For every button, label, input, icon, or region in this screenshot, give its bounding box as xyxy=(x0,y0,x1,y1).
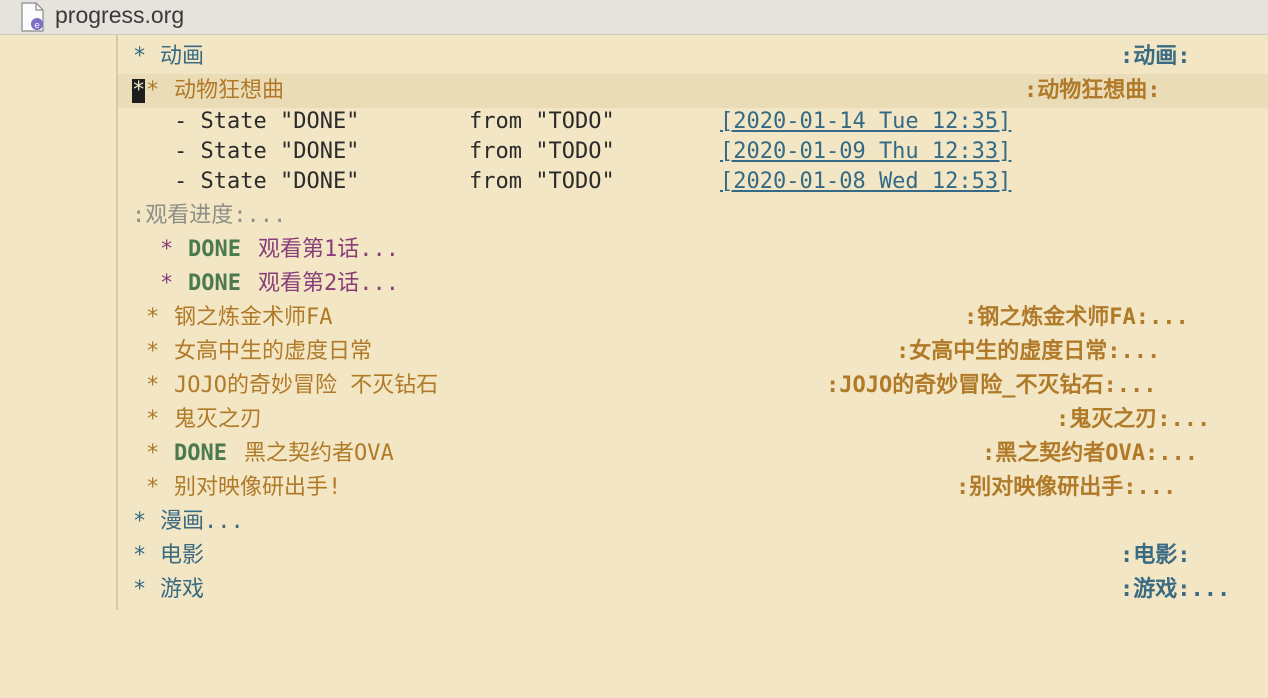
state-log-line: - State "DONE" from "TODO" [2020-01-09 T… xyxy=(118,135,1268,169)
org-file-icon: e xyxy=(21,2,44,32)
title-bar: e progress.org xyxy=(0,0,1268,35)
heading-text: 观看第1话... xyxy=(258,237,399,262)
heading-text: 女高中生的虚度日常 xyxy=(174,339,373,364)
left-fringe xyxy=(0,35,116,610)
heading-line[interactable]: * 钢之炼金术师FA :钢之炼金术师FA:... xyxy=(118,301,1268,335)
state-change: - State "DONE" xyxy=(174,139,360,164)
heading-line[interactable]: * DONE 黑之契约者OVA :黑之契约者OVA:... xyxy=(118,437,1268,471)
state-change: - State "DONE" xyxy=(174,169,360,194)
heading-star: * xyxy=(146,305,160,330)
window-title: progress.org xyxy=(55,2,185,28)
heading-tag: :游戏:... xyxy=(1120,577,1231,602)
heading-line[interactable]: * 游戏 :游戏:... xyxy=(118,573,1268,607)
heading-text: 电影 xyxy=(160,543,205,568)
timestamp-link[interactable]: [2020-01-14 Tue 12:35] xyxy=(720,110,1011,134)
heading-tag: :电影: xyxy=(1120,543,1191,568)
heading-star: * xyxy=(146,475,160,500)
heading-tag: :钢之炼金术师FA:... xyxy=(964,305,1189,330)
heading-text: 动物狂想曲 xyxy=(174,78,285,103)
heading-tag: :动物狂想曲: xyxy=(1024,78,1161,103)
heading-star: * xyxy=(146,373,160,398)
heading-star: * xyxy=(133,509,147,534)
heading-text: 动画 xyxy=(160,44,205,69)
heading-line[interactable]: * 女高中生的虚度日常 :女高中生的虚度日常:... xyxy=(118,335,1268,369)
heading-star: * xyxy=(160,271,174,296)
state-from: from "TODO" xyxy=(469,169,615,194)
state-from: from "TODO" xyxy=(469,109,615,134)
heading-star: * xyxy=(133,543,147,568)
done-keyword: DONE xyxy=(174,441,227,466)
heading-text: 鬼灭之刃 xyxy=(174,407,263,432)
heading-text: 观看第2话... xyxy=(258,271,399,296)
heading-line[interactable]: * 鬼灭之刃 :鬼灭之刃:... xyxy=(118,403,1268,437)
subheading-line[interactable]: * DONE 观看第2话... xyxy=(118,267,1268,301)
done-keyword: DONE xyxy=(188,271,241,296)
heading-star: * xyxy=(160,237,174,262)
heading-line[interactable]: * 别对映像研出手! :别对映像研出手:... xyxy=(118,471,1268,505)
heading-tag: :女高中生的虚度日常:... xyxy=(896,339,1161,364)
heading-tag: :别对映像研出手:... xyxy=(956,475,1177,500)
heading-star: * xyxy=(146,339,160,364)
state-from: from "TODO" xyxy=(469,139,615,164)
heading-text: 别对映像研出手! xyxy=(174,475,342,500)
heading-text: 漫画... xyxy=(160,509,244,534)
heading-star: * xyxy=(146,441,160,466)
subheading-line[interactable]: * DONE 观看第1话... xyxy=(118,233,1268,267)
done-keyword: DONE xyxy=(188,237,241,262)
text-cursor: * xyxy=(132,78,146,103)
heading-line-current[interactable]: * * 动物狂想曲 :动物狂想曲: xyxy=(118,74,1268,108)
heading-line[interactable]: * 电影 :电影: xyxy=(118,539,1268,573)
heading-line[interactable]: * JOJO的奇妙冒险 不灭钻石 :JOJO的奇妙冒险_不灭钻石:... xyxy=(118,369,1268,403)
state-log-line: - State "DONE" from "TODO" [2020-01-14 T… xyxy=(118,105,1268,139)
heading-star: * xyxy=(146,78,160,103)
timestamp-link[interactable]: [2020-01-08 Wed 12:53] xyxy=(720,170,1011,194)
drawer-line[interactable]: :观看进度:... xyxy=(118,199,1268,233)
heading-star: * xyxy=(146,407,160,432)
org-buffer[interactable]: * 动画 :动画: * * 动物狂想曲 :动物狂想曲: - State "DON… xyxy=(118,35,1268,610)
heading-star: * xyxy=(133,44,147,69)
heading-star: * xyxy=(133,577,147,602)
state-log-line: - State "DONE" from "TODO" [2020-01-08 W… xyxy=(118,165,1268,199)
heading-tag: :黑之契约者OVA:... xyxy=(982,441,1198,466)
timestamp-link[interactable]: [2020-01-09 Thu 12:33] xyxy=(720,140,1011,164)
heading-text: 钢之炼金术师FA xyxy=(174,305,333,330)
heading-tag: :动画: xyxy=(1120,44,1191,69)
svg-text:e: e xyxy=(34,21,40,31)
heading-tag: :鬼灭之刃:... xyxy=(1056,407,1211,432)
state-change: - State "DONE" xyxy=(174,109,360,134)
heading-text: 黑之契约者OVA xyxy=(244,441,394,466)
heading-text: 游戏 xyxy=(160,577,205,602)
heading-text: JOJO的奇妙冒险 不灭钻石 xyxy=(174,373,439,398)
heading-tag: :JOJO的奇妙冒险_不灭钻石:... xyxy=(826,373,1157,398)
drawer-label: :观看进度:... xyxy=(132,203,287,228)
heading-line[interactable]: * 漫画... xyxy=(118,505,1268,539)
heading-line[interactable]: * 动画 :动画: xyxy=(118,40,1268,74)
